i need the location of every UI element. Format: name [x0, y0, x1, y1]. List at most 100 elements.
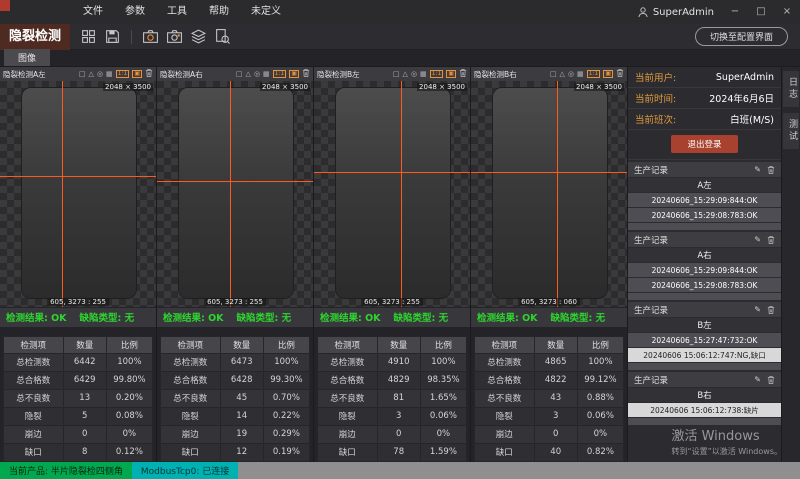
- camera-image-viewport[interactable]: 2048 × 3500605, 3273 : 255: [157, 81, 313, 306]
- grid-icon[interactable]: ▦: [420, 71, 427, 78]
- minimize-button[interactable]: −: [722, 0, 748, 24]
- eye-icon[interactable]: ◎: [411, 71, 417, 78]
- camera-image-viewport[interactable]: 2048 × 3500605, 3273 : 255: [314, 81, 470, 306]
- record-group-name[interactable]: A右: [628, 248, 781, 262]
- layout-grid-icon[interactable]: [80, 28, 97, 45]
- record-section-icons: ✎: [754, 300, 775, 319]
- shape-icon[interactable]: △: [560, 71, 565, 78]
- stats-row: 缺口80.12%: [4, 443, 153, 461]
- delete-icon[interactable]: [767, 300, 775, 319]
- edit-icon[interactable]: ✎: [754, 305, 761, 314]
- fit-icon[interactable]: ▣: [603, 70, 613, 78]
- menu-item-help[interactable]: 帮助: [198, 0, 240, 24]
- roi-icon[interactable]: □: [236, 71, 243, 78]
- eye-icon[interactable]: ◎: [568, 71, 574, 78]
- result-text: 检测结果: OK: [477, 310, 538, 324]
- menu-item-file[interactable]: 文件: [72, 0, 114, 24]
- switch-to-config-button[interactable]: 切换至配置界面: [695, 27, 788, 46]
- roi-icon[interactable]: □: [550, 71, 557, 78]
- menu-item-tools[interactable]: 工具: [156, 0, 198, 24]
- scale-1-1-icon[interactable]: 1:1: [430, 70, 444, 78]
- record-group-name[interactable]: B右: [628, 388, 781, 402]
- stats-cell: 3: [534, 407, 577, 425]
- delete-icon[interactable]: [145, 68, 153, 80]
- stats-cell: 43: [534, 389, 577, 407]
- grid-icon[interactable]: ▦: [577, 71, 584, 78]
- stats-cell: 19: [220, 425, 263, 443]
- scale-1-1-icon[interactable]: 1:1: [587, 70, 601, 78]
- record-item[interactable]: 20240606_15:29:08:783:OK: [628, 278, 781, 292]
- maximize-button[interactable]: □: [748, 0, 774, 24]
- eye-icon[interactable]: ◎: [97, 71, 103, 78]
- delete-icon[interactable]: [767, 160, 775, 179]
- current-user-label: 当前用户:: [635, 70, 676, 84]
- tab-log[interactable]: 日志: [783, 71, 799, 107]
- delete-icon[interactable]: [459, 68, 467, 80]
- logout-button[interactable]: 退出登录: [671, 135, 737, 153]
- edit-icon[interactable]: ✎: [754, 235, 761, 244]
- stats-header-row: 检测项数量比例: [4, 336, 153, 353]
- titlebar-right: SuperAdmin − □ ×: [637, 0, 800, 24]
- side-tab-strip: 日志 测试: [782, 67, 800, 462]
- shape-icon[interactable]: △: [403, 71, 408, 78]
- menu-item-params[interactable]: 参数: [114, 0, 156, 24]
- stats-cell: 崩边: [4, 425, 64, 443]
- delete-icon[interactable]: [767, 370, 775, 389]
- scale-1-1-icon[interactable]: 1:1: [116, 70, 130, 78]
- menu-item-undefined[interactable]: 未定义: [240, 0, 292, 24]
- roi-icon[interactable]: □: [79, 71, 86, 78]
- save-icon[interactable]: [104, 28, 121, 45]
- stats-cell: 98.35%: [420, 371, 466, 389]
- record-item[interactable]: 20240606 15:06:12:738:缺片: [628, 403, 781, 417]
- record-item[interactable]: 20240606_15:29:09:844:OK: [628, 193, 781, 207]
- stats-table: 检测项数量比例总检测数6442100%总合格数642999.80%总不良数130…: [3, 336, 153, 462]
- close-button[interactable]: ×: [774, 0, 800, 24]
- stats-cell: 4910: [377, 353, 420, 371]
- layers-icon[interactable]: [190, 28, 207, 45]
- record-item[interactable]: 20240606 15:06:12:747:NG,缺口: [628, 348, 781, 362]
- stats-cell: 总不良数: [318, 389, 378, 407]
- camera-live-icon[interactable]: [166, 28, 183, 45]
- roi-icon[interactable]: □: [393, 71, 400, 78]
- camera-image-viewport[interactable]: 2048 × 3500605, 3273 : 255: [0, 81, 156, 306]
- current-user-chip[interactable]: SuperAdmin: [653, 7, 714, 18]
- grid-icon[interactable]: ▦: [106, 71, 113, 78]
- stats-cell: 6428: [220, 371, 263, 389]
- stats-cell: 总检测数: [161, 353, 221, 371]
- fit-icon[interactable]: ▣: [446, 70, 456, 78]
- stats-cell: 缺口: [318, 443, 378, 461]
- stats-row: 崩边00%: [318, 425, 467, 443]
- record-item[interactable]: 20240606_15:29:08:783:OK: [628, 208, 781, 222]
- record-item[interactable]: 20240606_15:29:09:844:OK: [628, 263, 781, 277]
- stats-cell: 8: [63, 443, 106, 461]
- find-image-icon[interactable]: [214, 28, 231, 45]
- delete-icon[interactable]: [302, 68, 310, 80]
- eye-icon[interactable]: ◎: [254, 71, 260, 78]
- delete-icon[interactable]: [767, 230, 775, 249]
- sidebar: 当前用户: SuperAdmin 当前时间: 2024年6月6日 当前班次: 白…: [628, 67, 782, 462]
- shape-icon[interactable]: △: [246, 71, 251, 78]
- fit-icon[interactable]: ▣: [132, 70, 142, 78]
- stats-cell: 4865: [534, 353, 577, 371]
- record-item[interactable]: 20240606_15:27:47:732:OK: [628, 333, 781, 347]
- scale-1-1-icon[interactable]: 1:1: [273, 70, 287, 78]
- edit-icon[interactable]: ✎: [754, 165, 761, 174]
- stats-cell: 0: [63, 425, 106, 443]
- stats-row: 隐裂30.06%: [318, 407, 467, 425]
- record-group-name[interactable]: B左: [628, 318, 781, 332]
- stats-table: 检测项数量比例总检测数4865100%总合格数482299.12%总不良数430…: [474, 336, 624, 462]
- delete-icon[interactable]: [616, 68, 624, 80]
- stats-row: 隐裂30.06%: [475, 407, 624, 425]
- shape-icon[interactable]: △: [89, 71, 94, 78]
- toolbar: 隐裂检测 切换至配置界面: [0, 24, 800, 50]
- camera-image-viewport[interactable]: 2048 × 3500605, 3273 : 060: [471, 81, 627, 306]
- camera-capture-icon[interactable]: [142, 28, 159, 45]
- record-group-name[interactable]: A左: [628, 178, 781, 192]
- tab-test[interactable]: 测试: [783, 113, 799, 149]
- tab-image[interactable]: 图像: [4, 49, 50, 66]
- edit-icon[interactable]: ✎: [754, 375, 761, 384]
- stats-cell: 99.12%: [577, 371, 623, 389]
- grid-icon[interactable]: ▦: [263, 71, 270, 78]
- pixel-info: 605, 3273 : 255: [204, 298, 266, 306]
- fit-icon[interactable]: ▣: [289, 70, 299, 78]
